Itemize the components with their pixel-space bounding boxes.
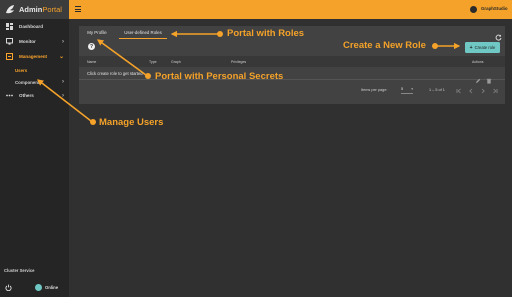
column-header-privileges[interactable]: Privileges	[231, 56, 246, 67]
plus-icon: +	[469, 44, 473, 51]
table-row: Click create role to get started	[79, 67, 505, 84]
sidebar-item-label: Management	[19, 54, 48, 59]
top-bar: GraphStudio	[69, 0, 512, 19]
page-size-select[interactable]: 5 ▾	[401, 87, 413, 94]
caret-down-icon: ▾	[411, 87, 413, 91]
more-icon	[5, 92, 13, 100]
sidebar-subitem-components[interactable]: Components ›	[0, 76, 69, 88]
avatar[interactable]	[470, 5, 477, 13]
paginator: Items per page: 5 ▾ 1 – 5 of 1	[79, 84, 505, 98]
help-icon[interactable]: ?	[88, 43, 95, 50]
sidebar-item-others[interactable]: Others ›	[0, 88, 69, 103]
sidebar: AdminPortal Dashboard Monitor › Manageme…	[0, 0, 69, 297]
power-icon[interactable]	[4, 283, 12, 291]
empty-state-message: Click create role to get started	[87, 71, 143, 76]
edit-icon[interactable]	[475, 71, 481, 83]
sidebar-item-label: Dashboard	[19, 24, 43, 29]
cluster-service-row: Online	[4, 282, 66, 292]
sidebar-subitem-label: Components	[15, 79, 42, 85]
annotation-create-role: Create a New Role	[343, 40, 426, 51]
page-range-label: 1 – 5 of 1	[429, 88, 445, 92]
first-page-icon[interactable]	[455, 87, 462, 95]
brand[interactable]: AdminPortal	[0, 0, 69, 19]
column-header-graph[interactable]: Graph	[171, 56, 181, 67]
sidebar-item-dashboard[interactable]: Dashboard	[0, 19, 69, 34]
chevron-right-icon: ›	[62, 92, 64, 99]
monitor-icon	[5, 38, 13, 46]
column-header-actions: Actions	[472, 59, 484, 64]
sidebar-item-label: Others	[19, 93, 34, 98]
sidebar-item-label: Monitor	[19, 39, 36, 44]
cluster-service-label: Cluster Service	[4, 268, 35, 273]
management-icon	[5, 53, 13, 61]
page-size-value: 5	[401, 87, 404, 91]
annotation-personal-secrets: Portal with Personal Secrets	[155, 71, 284, 82]
column-header-type[interactable]: Type	[149, 56, 157, 67]
logo-icon	[5, 4, 16, 15]
table-header: Name Type Graph Privileges Actions	[79, 56, 505, 67]
sidebar-item-management[interactable]: Management ⌄	[0, 49, 69, 64]
sidebar-subitem-users[interactable]: Users	[0, 64, 69, 76]
brand-name: AdminPortal	[19, 5, 62, 14]
tab-my-profile[interactable]: My Profile	[79, 26, 115, 39]
dashboard-icon	[5, 23, 13, 31]
annotation-manage-users: Manage Users	[99, 117, 164, 128]
user-name[interactable]: GraphStudio	[481, 6, 508, 11]
chevron-right-icon: ›	[62, 79, 64, 85]
status-badge: Online	[45, 284, 59, 290]
previous-page-icon[interactable]	[467, 87, 474, 95]
sidebar-item-monitor[interactable]: Monitor ›	[0, 34, 69, 49]
chevron-right-icon: ›	[62, 38, 64, 45]
sidebar-subitem-label: Users	[15, 67, 28, 73]
menu-icon[interactable]	[75, 6, 81, 12]
items-per-page-label: Items per page:	[361, 88, 388, 92]
chevron-down-icon: ⌄	[58, 54, 64, 60]
create-role-label: Create role	[474, 45, 496, 50]
sidebar-nav: Dashboard Monitor › Management ⌄ Users C…	[0, 19, 69, 103]
create-role-button[interactable]: + Create role	[465, 42, 500, 53]
tab-user-defined-roles[interactable]: User-defined Roles	[115, 26, 171, 39]
delete-icon[interactable]	[486, 71, 492, 84]
column-header-name[interactable]: Name	[87, 56, 96, 67]
refresh-icon[interactable]	[495, 28, 502, 41]
annotation-portal-roles: Portal with Roles	[227, 28, 305, 39]
last-page-icon[interactable]	[491, 87, 498, 95]
status-indicator	[35, 283, 42, 291]
next-page-icon[interactable]	[479, 87, 486, 95]
